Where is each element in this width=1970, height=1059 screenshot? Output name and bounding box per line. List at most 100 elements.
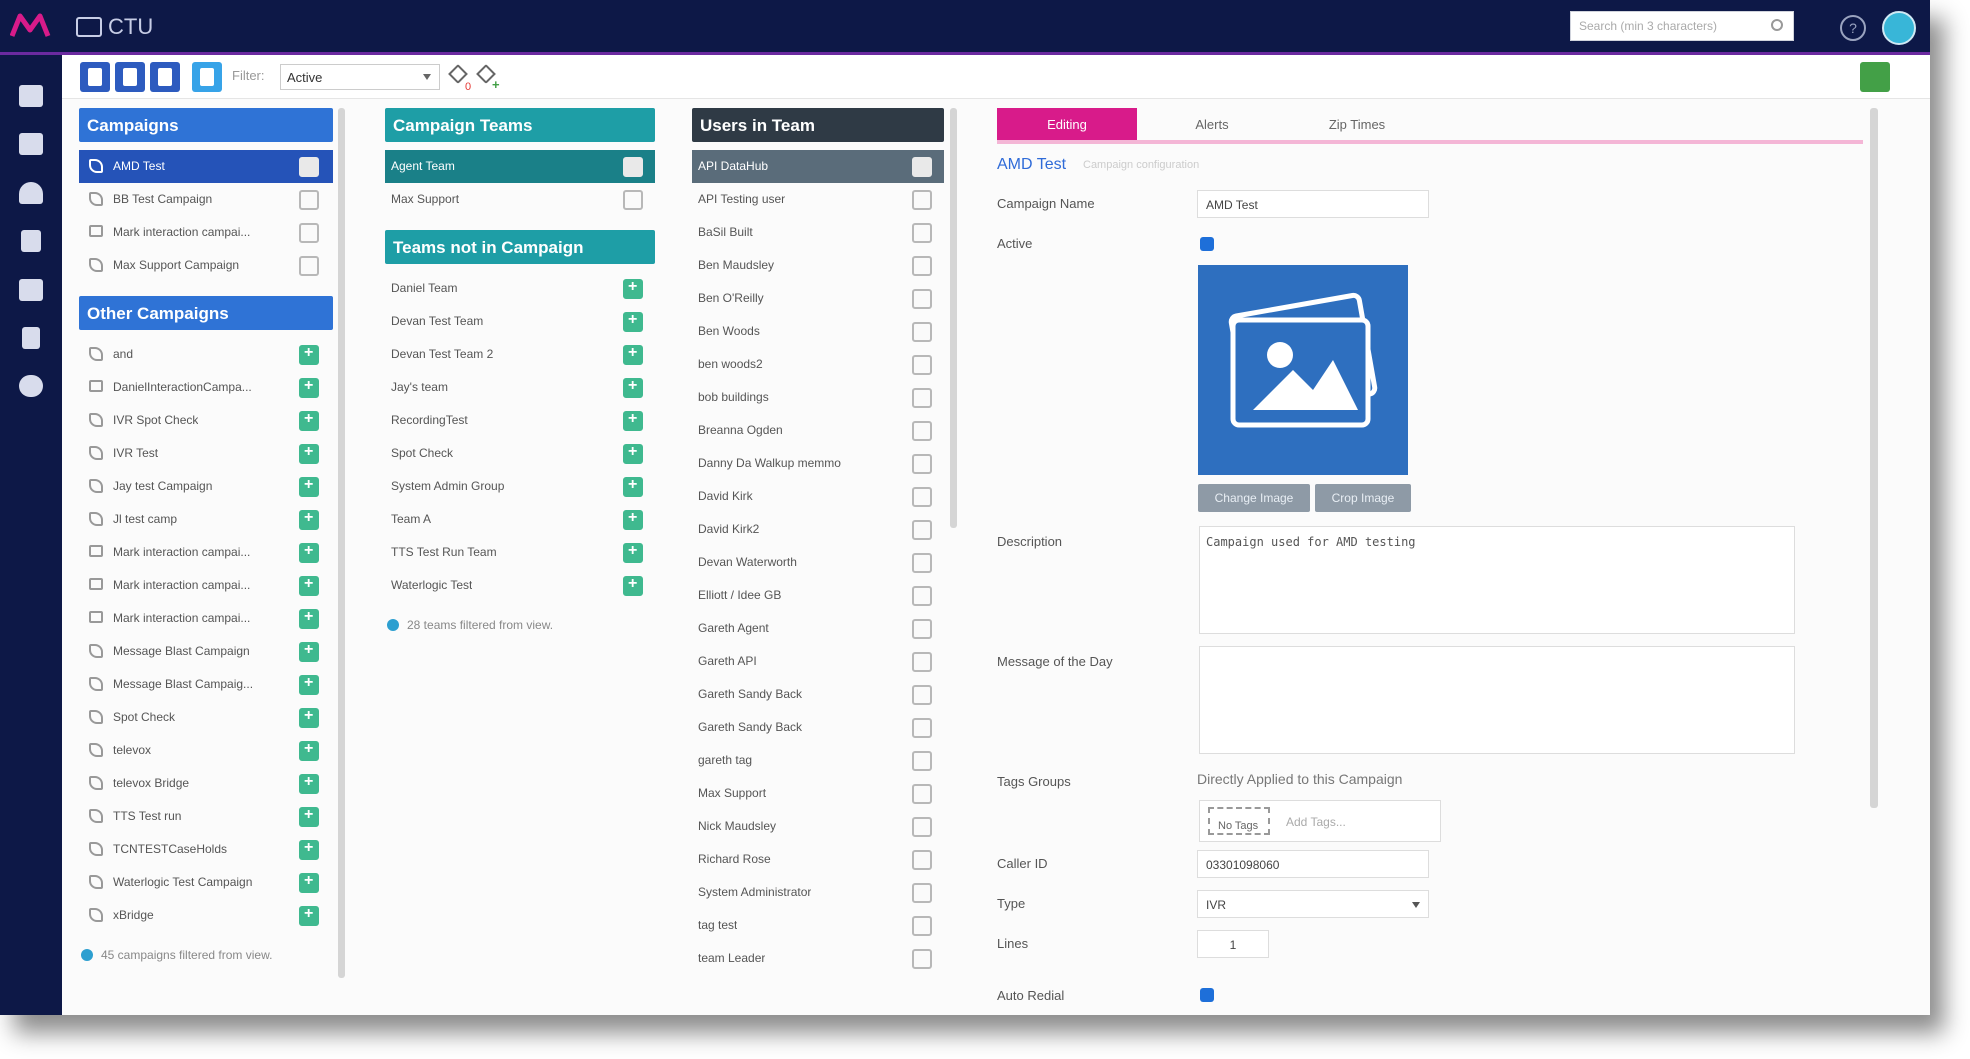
list-item[interactable]: Elliott / Idee GB: [692, 579, 944, 612]
add-button[interactable]: [623, 377, 643, 398]
add-button[interactable]: [299, 872, 319, 893]
list-item[interactable]: Breanna Ogden: [692, 414, 944, 447]
remove-checkbox[interactable]: [912, 883, 932, 903]
remove-checkbox[interactable]: [912, 916, 932, 936]
list-item[interactable]: Devan Test Team 2: [385, 338, 655, 371]
list-item[interactable]: TCNTESTCaseHolds: [79, 833, 333, 866]
list-item[interactable]: RecordingTest: [385, 404, 655, 437]
list-item[interactable]: Richard Rose: [692, 843, 944, 876]
list-item[interactable]: Ben O'Reilly: [692, 282, 944, 315]
remove-checkbox[interactable]: [912, 322, 932, 342]
user-document-button[interactable]: [150, 62, 180, 92]
brand-logo[interactable]: [10, 10, 52, 42]
list-item[interactable]: Message Blast Campaig...: [79, 668, 333, 701]
remove-checkbox[interactable]: [912, 685, 932, 705]
help-icon[interactable]: ?: [1840, 15, 1866, 41]
list-item[interactable]: Max Support: [692, 777, 944, 810]
auto-redial-checkbox[interactable]: [1200, 988, 1214, 1002]
remove-checkbox[interactable]: [623, 157, 643, 177]
tab-alerts[interactable]: Alerts: [1142, 108, 1282, 140]
list-item[interactable]: Mark interaction campai...: [79, 536, 333, 569]
add-button[interactable]: [623, 509, 643, 530]
tags-input[interactable]: No Tags Add Tags...: [1199, 800, 1441, 842]
editor-scrollbar[interactable]: [1870, 108, 1878, 808]
add-button[interactable]: [299, 575, 319, 596]
remove-checkbox[interactable]: [912, 190, 932, 210]
remove-checkbox[interactable]: [299, 256, 319, 276]
remove-checkbox[interactable]: [299, 190, 319, 210]
change-image-button[interactable]: Change Image: [1198, 484, 1310, 512]
remove-checkbox[interactable]: [912, 553, 932, 573]
list-item[interactable]: xBridge: [79, 899, 333, 932]
list-item[interactable]: Ben Maudsley: [692, 249, 944, 282]
remove-checkbox[interactable]: [912, 256, 932, 276]
users-scrollbar[interactable]: [950, 108, 957, 528]
list-item[interactable]: Mark interaction campai...: [79, 569, 333, 602]
remove-checkbox[interactable]: [912, 784, 932, 804]
list-item[interactable]: gareth tag: [692, 744, 944, 777]
list-item[interactable]: Mark interaction campai...: [79, 216, 333, 249]
remove-checkbox[interactable]: [912, 421, 932, 441]
add-button[interactable]: [623, 410, 643, 431]
add-button[interactable]: [299, 806, 319, 827]
list-item[interactable]: Jay's team: [385, 371, 655, 404]
list-item[interactable]: Jay test Campaign: [79, 470, 333, 503]
remove-checkbox[interactable]: [912, 652, 932, 672]
add-button[interactable]: [299, 476, 319, 497]
list-item[interactable]: Gareth Agent: [692, 612, 944, 645]
document-icon[interactable]: [22, 327, 40, 349]
add-button[interactable]: [299, 707, 319, 728]
active-checkbox[interactable]: [1200, 237, 1214, 251]
remove-checkbox[interactable]: [912, 289, 932, 309]
avatar[interactable]: [1882, 11, 1916, 45]
add-button[interactable]: [623, 476, 643, 497]
list-item[interactable]: Danny Da Walkup memmo: [692, 447, 944, 480]
list-item[interactable]: Agent Team: [385, 150, 655, 183]
list-item[interactable]: Gareth API: [692, 645, 944, 678]
list-item[interactable]: API DataHub: [692, 150, 944, 183]
list-item[interactable]: Devan Test Team: [385, 305, 655, 338]
remove-checkbox[interactable]: [912, 751, 932, 771]
add-button[interactable]: [299, 674, 319, 695]
description-textarea[interactable]: Campaign used for AMD testing: [1199, 526, 1795, 634]
add-button[interactable]: [299, 773, 319, 794]
list-item[interactable]: Gareth Sandy Back: [692, 711, 944, 744]
list-item[interactable]: TTS Test run: [79, 800, 333, 833]
settings-icon[interactable]: [19, 375, 43, 397]
tab-zip-times[interactable]: Zip Times: [1287, 108, 1427, 140]
app-title[interactable]: CTU: [76, 14, 153, 40]
remove-checkbox[interactable]: [912, 487, 932, 507]
list-item[interactable]: televox Bridge: [79, 767, 333, 800]
add-button[interactable]: [299, 839, 319, 860]
list-item[interactable]: David Kirk2: [692, 513, 944, 546]
add-button[interactable]: [623, 344, 643, 365]
remove-checkbox[interactable]: [912, 223, 932, 243]
list-item[interactable]: and: [79, 338, 333, 371]
list-item[interactable]: Waterlogic Test Campaign: [79, 866, 333, 899]
list-item[interactable]: bob buildings: [692, 381, 944, 414]
list-item[interactable]: Daniel Team: [385, 272, 655, 305]
list-item[interactable]: Spot Check: [385, 437, 655, 470]
list-item[interactable]: API Testing user: [692, 183, 944, 216]
filter-select[interactable]: Active: [280, 64, 440, 90]
home-icon[interactable]: [19, 85, 43, 107]
tag-chip[interactable]: No Tags: [1208, 807, 1270, 835]
remove-checkbox[interactable]: [299, 157, 319, 177]
message-of-the-day-textarea[interactable]: [1199, 646, 1795, 754]
add-button[interactable]: [623, 443, 643, 464]
campaign-name-input[interactable]: AMD Test: [1197, 190, 1429, 218]
list-item[interactable]: Ben Woods: [692, 315, 944, 348]
type-select[interactable]: IVR: [1197, 890, 1429, 918]
refresh-button[interactable]: [192, 62, 222, 92]
list-item[interactable]: Jl test camp: [79, 503, 333, 536]
add-button[interactable]: [299, 608, 319, 629]
list-item[interactable]: Team A: [385, 503, 655, 536]
add-button[interactable]: [623, 278, 643, 299]
list-item[interactable]: Max Support: [385, 183, 655, 216]
list-item[interactable]: Gareth Sandy Back: [692, 678, 944, 711]
list-item[interactable]: Nick Maudsley: [692, 810, 944, 843]
list-item[interactable]: Devan Waterworth: [692, 546, 944, 579]
list-item[interactable]: Waterlogic Test: [385, 569, 655, 602]
list-item[interactable]: Spot Check: [79, 701, 333, 734]
dashboard-icon[interactable]: [19, 182, 43, 204]
